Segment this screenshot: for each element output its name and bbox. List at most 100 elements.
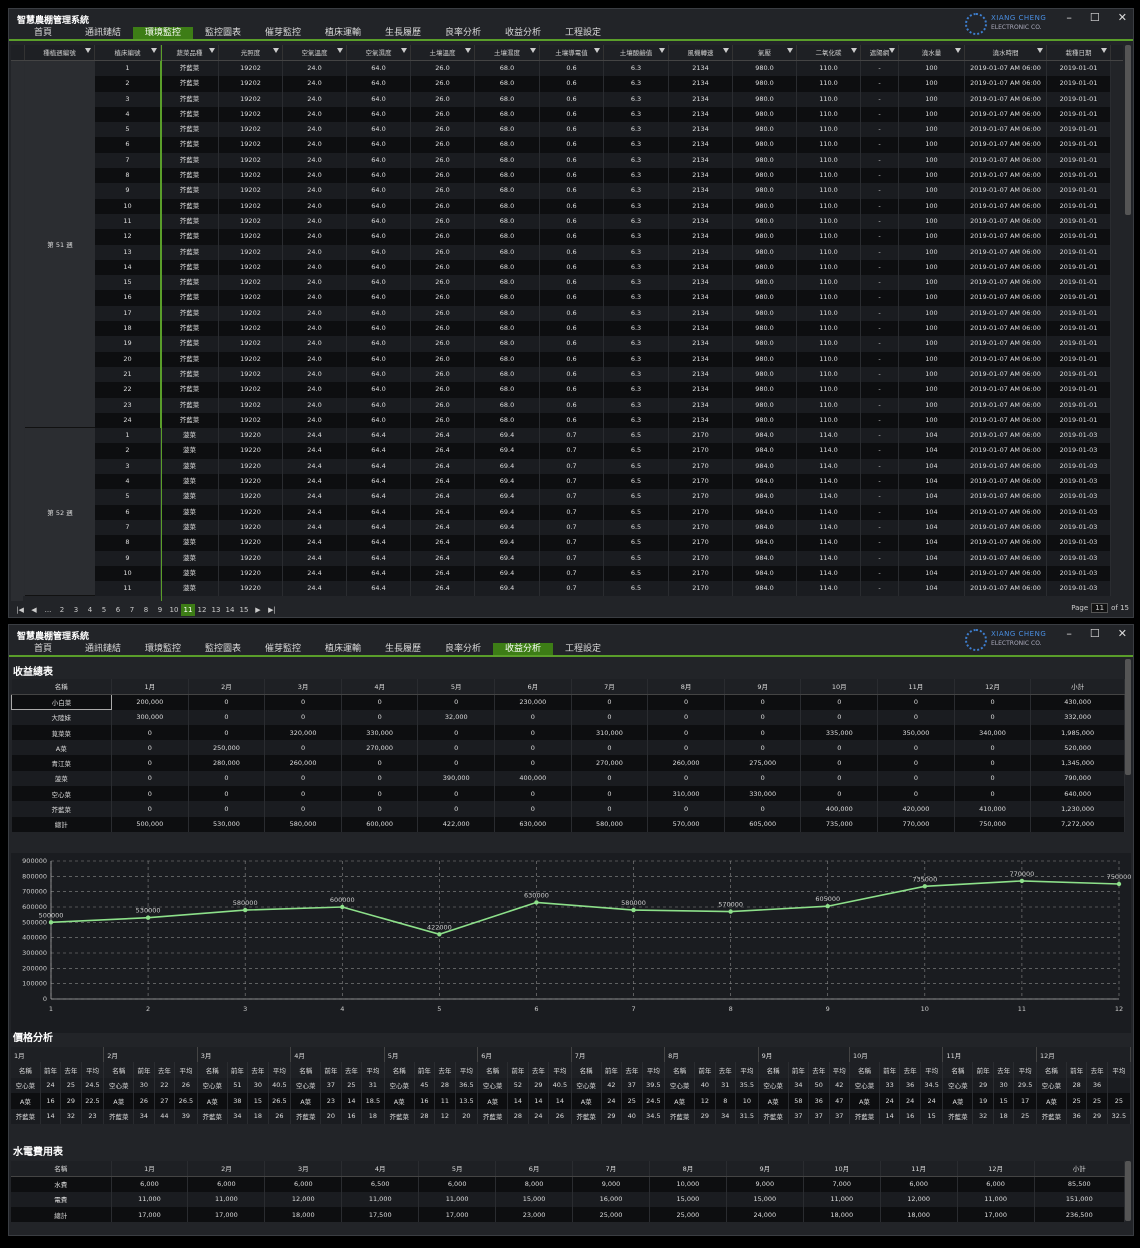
menu-item-8[interactable]: 收益分析 — [493, 643, 553, 655]
vertical-scrollbar[interactable] — [1125, 45, 1131, 215]
menu-item-5[interactable]: 植床運輸 — [313, 27, 373, 39]
page-button[interactable]: 9 — [153, 604, 167, 616]
menu-item-9[interactable]: 工程設定 — [553, 27, 613, 39]
menu-item-2[interactable]: 環境監控 — [133, 643, 193, 655]
menu-item-5[interactable]: 植床運輸 — [313, 643, 373, 655]
page-button[interactable]: 10 — [167, 604, 181, 616]
table-row[interactable]: 電費 11,000 11,000 12,000 11,000 11,000 15,000 16… — [11, 1191, 1126, 1207]
column-header[interactable]: 空氣濕度 — [347, 45, 411, 60]
filter-icon[interactable] — [955, 48, 961, 53]
table-row[interactable]: 15 芥藍菜 19202 24.0 64.0 26.0 68.0 0.6 6.3 2134 980.… — [11, 275, 1123, 291]
table-row[interactable]: 小白菜 200,000 0 0 0 0 230,000 0 0 0 0 0 0 430,000 — [11, 693, 1125, 711]
filter-icon[interactable] — [465, 48, 471, 53]
column-header[interactable]: 10月 — [800, 679, 879, 695]
table-row[interactable]: 3 芥藍菜 19202 24.0 64.0 26.0 68.0 0.6 6.3 2134 980.0… — [11, 91, 1123, 107]
column-header[interactable]: 土壤導電值 — [540, 45, 604, 60]
column-header[interactable]: 澆水時間 — [965, 45, 1047, 60]
column-header[interactable]: 氣壓 — [733, 45, 797, 60]
column-header[interactable]: 名稱 — [11, 679, 112, 695]
menu-item-4[interactable]: 催芽監控 — [253, 643, 313, 655]
table-row[interactable]: 9 菠菜 19220 24.4 64.4 26.4 69.4 0.7 6.5 2170 984.0 1… — [11, 550, 1123, 566]
column-header[interactable]: 1月 — [111, 679, 189, 695]
menu-item-7[interactable]: 良率分析 — [433, 643, 493, 655]
column-header[interactable]: 蔬菜品種 — [161, 45, 219, 60]
column-header[interactable]: 空氣溫度 — [283, 45, 347, 60]
table-row[interactable]: 24 芥藍菜 19202 24.0 64.0 26.0 68.0 0.6 6.3 2134 980.… — [11, 412, 1123, 429]
column-header[interactable]: 小計 — [1034, 1161, 1126, 1177]
table-row[interactable]: 11 菠菜 19220 24.4 64.4 26.4 69.4 0.7 6.5 2170 984.0… — [11, 581, 1123, 597]
column-header[interactable]: 8月 — [649, 1161, 727, 1177]
menu-item-0[interactable]: 首頁 — [13, 643, 73, 655]
table-row[interactable]: 8 菠菜 19220 24.4 64.4 26.4 69.4 0.7 6.5 2170 984.0 1… — [11, 535, 1123, 551]
filter-icon[interactable] — [787, 48, 793, 53]
table-row[interactable]: 1 菠菜 19220 24.4 64.4 26.4 69.4 0.7 6.5 2170 984.0 1… — [11, 428, 1123, 444]
page-button[interactable]: 15 — [237, 604, 251, 616]
table-row[interactable]: 水費 6,000 6,000 6,000 6,500 6,000 8,000 9,000 10,… — [11, 1176, 1126, 1192]
column-header[interactable]: 9月 — [726, 1161, 804, 1177]
filter-icon[interactable] — [273, 48, 279, 53]
table-row[interactable]: 菠菜 0 0 0 0 390,000 400,000 0 0 0 0 0 0 790,000 — [11, 770, 1125, 787]
table-row[interactable]: 大陸妹 300,000 0 0 0 32,000 0 0 0 0 0 0 0 332,000 — [11, 709, 1125, 725]
table-row[interactable]: 芥藍菜 0 0 0 0 0 0 0 0 0 400,000 420,000 410,000 1,230,0… — [11, 801, 1125, 817]
table-row[interactable]: 6 芥藍菜 19202 24.0 64.0 26.0 68.0 0.6 6.3 2134 980.0… — [11, 137, 1123, 153]
column-header[interactable]: 土壤溫度 — [411, 45, 475, 60]
close-icon[interactable]: ✕ — [1118, 11, 1127, 24]
column-header[interactable]: 3月 — [264, 679, 342, 695]
column-header[interactable]: 3月 — [264, 1161, 343, 1177]
column-header[interactable]: 7月 — [571, 679, 649, 695]
column-header[interactable]: 2月 — [188, 679, 266, 695]
table-row[interactable]: 4 芥藍菜 19202 24.0 64.0 26.0 68.0 0.6 6.3 2134 980.0… — [11, 106, 1123, 123]
page-button[interactable]: 5 — [97, 604, 111, 616]
menu-item-3[interactable]: 監控圖表 — [193, 643, 253, 655]
filter-icon[interactable] — [659, 48, 665, 53]
table-row[interactable]: 19 芥藍菜 19202 24.0 64.0 26.0 68.0 0.6 6.3 2134 980.… — [11, 336, 1123, 352]
column-header[interactable]: 土壤酸鹼值 — [604, 45, 669, 60]
page-button[interactable]: 12 — [195, 604, 209, 616]
table-row[interactable]: 總計 17,000 17,000 18,000 17,500 17,000 23,000 25… — [11, 1206, 1126, 1223]
table-row[interactable]: 5 芥藍菜 19202 24.0 64.0 26.0 68.0 0.6 6.3 2134 980.0… — [11, 122, 1123, 138]
filter-icon[interactable] — [209, 48, 215, 53]
column-header[interactable]: 遮陽網 — [861, 45, 899, 60]
minimize-icon[interactable]: – — [1066, 627, 1072, 640]
table-row[interactable]: 12 芥藍菜 19202 24.0 64.0 26.0 68.0 0.6 6.3 2134 980.… — [11, 229, 1123, 245]
table-row[interactable]: 3 菠菜 19220 24.4 64.4 26.4 69.4 0.7 6.5 2170 984.0 1… — [11, 458, 1123, 475]
maximize-icon[interactable]: ☐ — [1090, 627, 1100, 640]
filter-icon[interactable] — [851, 48, 857, 53]
table-row[interactable]: 10 芥藍菜 19202 24.0 64.0 26.0 68.0 0.6 6.3 2134 980.… — [11, 198, 1123, 214]
table-row[interactable]: A菜 16 29 22.5 A菜 26 27 26.5 A菜 38 15 26.5 A菜 23 14 18.5… — [11, 1093, 1132, 1109]
table-row[interactable]: 7 菠菜 19220 24.4 64.4 26.4 69.4 0.7 6.5 2170 984.0 1… — [11, 519, 1123, 536]
close-icon[interactable]: ✕ — [1118, 627, 1127, 640]
table-row[interactable]: A菜 0 250,000 0 270,000 0 0 0 0 0 0 0 0 520,000 — [11, 740, 1125, 756]
first-page-icon[interactable]: |◀ — [13, 604, 27, 616]
column-header[interactable]: 6月 — [494, 679, 572, 695]
filter-icon[interactable] — [1037, 48, 1043, 53]
column-header[interactable]: 5月 — [417, 679, 496, 695]
filter-icon[interactable] — [85, 48, 91, 53]
column-header[interactable]: 12月 — [957, 1161, 1035, 1177]
table-row[interactable]: ›1芥藍菜1920224.064.026.068.00.66.32134980.… — [11, 61, 1123, 77]
page-button[interactable]: 4 — [83, 604, 97, 616]
table-row[interactable]: 16 芥藍菜 19202 24.0 64.0 26.0 68.0 0.6 6.3 2134 980.… — [11, 290, 1123, 306]
page-button[interactable]: 3 — [69, 604, 83, 616]
table-row[interactable]: 13 芥藍菜 19202 24.0 64.0 26.0 68.0 0.6 6.3 2134 980.… — [11, 244, 1123, 260]
menu-item-6[interactable]: 生長履歷 — [373, 643, 433, 655]
column-header[interactable]: 種植週編號 — [25, 45, 95, 60]
filter-icon[interactable] — [337, 48, 343, 53]
column-header[interactable]: 植床編號 — [95, 45, 161, 60]
table-row[interactable]: 2 芥藍菜 19202 24.0 64.0 26.0 68.0 0.6 6.3 2134 980.0… — [11, 76, 1123, 92]
menu-item-8[interactable]: 收益分析 — [493, 27, 553, 39]
table-row[interactable]: 20 芥藍菜 19202 24.0 64.0 26.0 68.0 0.6 6.3 2134 980.… — [11, 351, 1123, 367]
table-row[interactable]: 18 芥藍菜 19202 24.0 64.0 26.0 68.0 0.6 6.3 2134 980.… — [11, 321, 1123, 337]
table-row[interactable]: 2 菠菜 19220 24.4 64.4 26.4 69.4 0.7 6.5 2170 984.0 1… — [11, 443, 1123, 459]
filter-icon[interactable] — [151, 48, 157, 53]
table-row[interactable]: 11 芥藍菜 19202 24.0 64.0 26.0 68.0 0.6 6.3 2134 980.… — [11, 213, 1123, 230]
filter-icon[interactable] — [530, 48, 536, 53]
filter-icon[interactable] — [723, 48, 729, 53]
last-page-icon[interactable]: ▶| — [265, 604, 279, 616]
menu-item-2[interactable]: 環境監控 — [133, 27, 193, 39]
page-button[interactable]: 13 — [209, 604, 223, 616]
column-header[interactable]: 12月 — [954, 679, 1032, 695]
prev-page-icon[interactable]: ◀ — [27, 604, 41, 616]
table-row[interactable]: 5 菠菜 19220 24.4 64.4 26.4 69.4 0.7 6.5 2170 984.0 1… — [11, 489, 1123, 505]
menu-item-1[interactable]: 通訊鏈結 — [73, 27, 133, 39]
